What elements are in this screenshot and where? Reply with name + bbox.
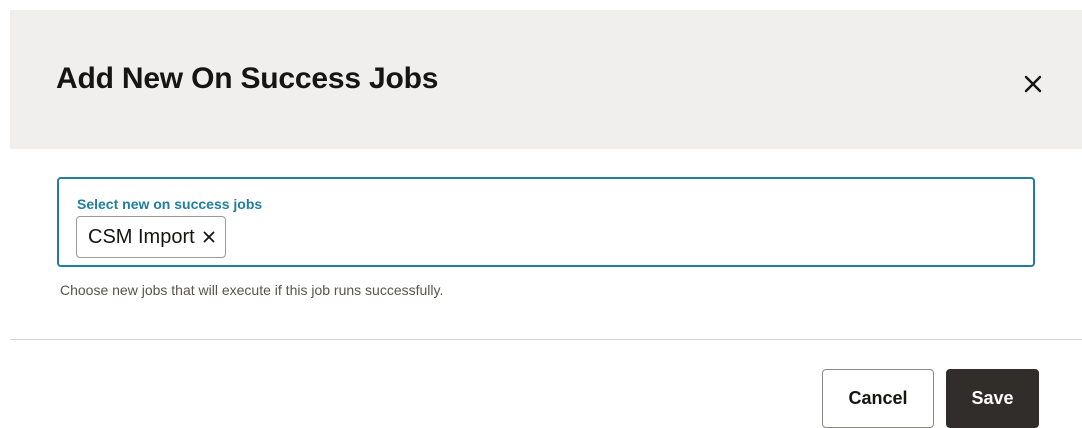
add-on-success-jobs-dialog: Add New On Success Jobs Select new on su… — [0, 0, 1082, 428]
close-icon — [203, 226, 215, 249]
chip-remove-button[interactable] — [203, 226, 215, 249]
field-help-text: Choose new jobs that will execute if thi… — [60, 282, 444, 298]
on-success-jobs-select[interactable]: Select new on success jobs CSM Import — [57, 177, 1035, 267]
selected-job-chip: CSM Import — [76, 216, 226, 258]
field-label: Select new on success jobs — [77, 196, 263, 212]
close-button[interactable] — [1013, 66, 1053, 106]
chip-label: CSM Import — [88, 225, 195, 248]
dialog-title: Add New On Success Jobs — [56, 62, 439, 95]
close-icon — [1023, 74, 1043, 99]
footer-divider — [10, 339, 1082, 340]
dialog-header: Add New On Success Jobs — [10, 10, 1082, 149]
cancel-button[interactable]: Cancel — [822, 369, 934, 428]
save-button[interactable]: Save — [946, 369, 1039, 428]
